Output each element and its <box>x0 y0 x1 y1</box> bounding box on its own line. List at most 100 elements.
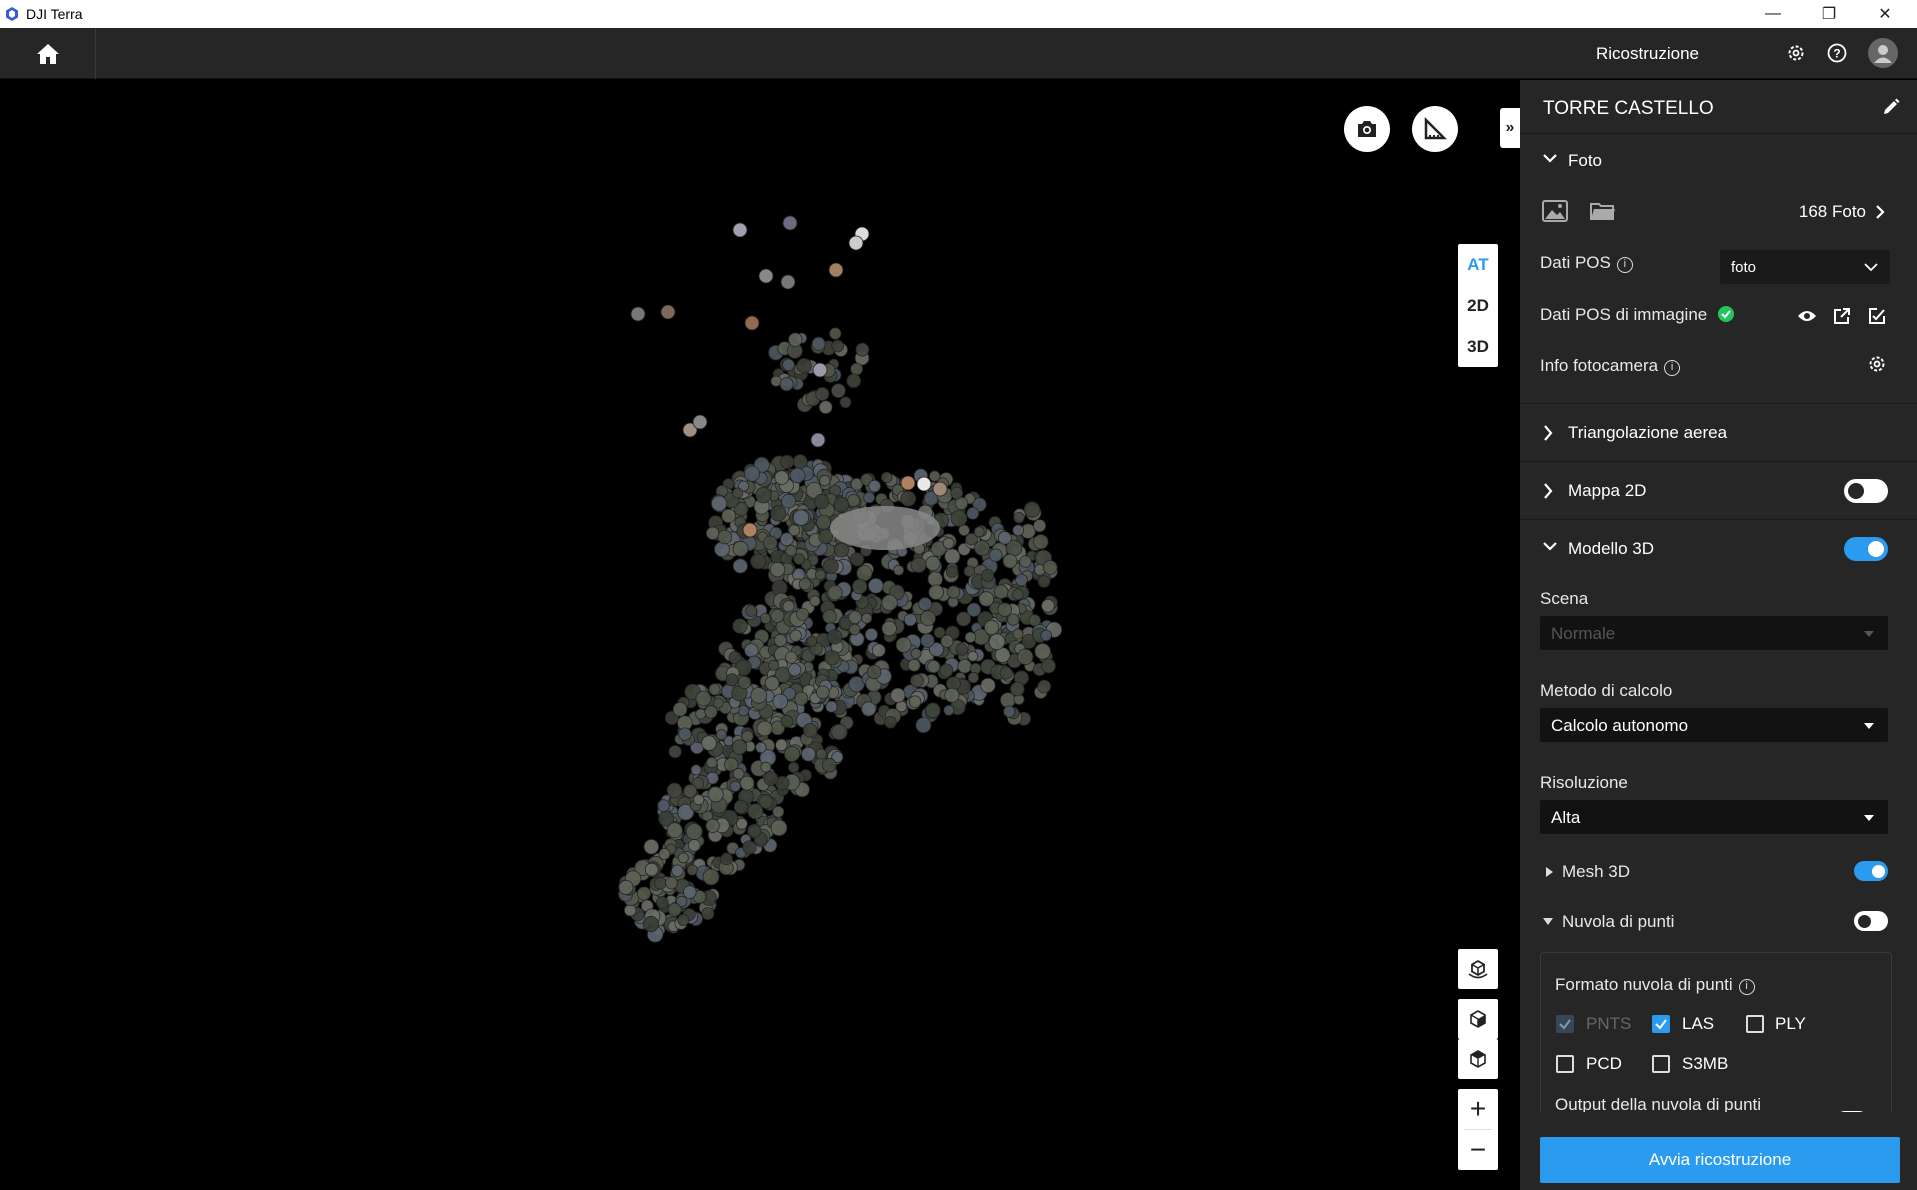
collapse-panel-button[interactable]: » <box>1500 108 1520 148</box>
mesh3d-toggle[interactable] <box>1854 861 1888 881</box>
camera-point <box>1013 512 1025 524</box>
camera-point <box>793 553 805 565</box>
camera-point <box>677 913 690 927</box>
side-view-button[interactable] <box>1458 999 1498 1039</box>
help-button[interactable]: ? <box>1825 41 1849 65</box>
map2d-toggle[interactable] <box>1844 479 1888 503</box>
edit-check-icon[interactable] <box>1868 307 1886 325</box>
cube-top-icon <box>1470 1050 1486 1068</box>
map2d-section-header[interactable]: Mappa 2D <box>1520 462 1917 520</box>
check-icon <box>1655 1019 1667 1030</box>
camera-point <box>1041 598 1055 613</box>
camera-point <box>782 600 795 613</box>
camera-point <box>750 687 767 704</box>
chevron-right-icon[interactable] <box>1875 204 1885 220</box>
pos-data-select[interactable]: foto <box>1720 250 1890 284</box>
camera-point <box>1041 658 1056 674</box>
camera-point <box>823 558 839 574</box>
camera-point <box>1007 613 1020 626</box>
zoom-control: + − <box>1458 1089 1498 1170</box>
image-icon[interactable] <box>1542 200 1568 222</box>
restore-button[interactable]: ❐ <box>1801 0 1857 28</box>
close-window-button[interactable]: ✕ <box>1857 0 1913 28</box>
folder-icon[interactable] <box>1590 201 1616 221</box>
pointcloud-toggle[interactable] <box>1854 911 1888 931</box>
eye-icon[interactable] <box>1797 309 1817 323</box>
camera-point <box>980 677 996 694</box>
camera-point <box>796 358 812 374</box>
mesh3d-row[interactable]: Mesh 3D <box>1520 854 1917 890</box>
model3d-section-header[interactable]: Modello 3D <box>1520 520 1917 570</box>
pcd-label: PCD <box>1586 1054 1622 1073</box>
camera-point <box>636 886 652 901</box>
model3d-toggle[interactable] <box>1844 537 1888 561</box>
triangulation-label: Triangolazione aerea <box>1568 423 1728 442</box>
view-mode-2d[interactable]: 2D <box>1458 285 1498 326</box>
camera-point <box>801 746 816 762</box>
orbit-view-button[interactable] <box>1458 949 1498 989</box>
gear-icon[interactable] <box>1867 354 1887 374</box>
camera-point <box>827 585 843 601</box>
edit-pencil-icon[interactable] <box>1881 97 1901 117</box>
resolution-select[interactable]: Alta <box>1540 800 1888 834</box>
foto-section-header[interactable]: Foto <box>1520 134 1917 184</box>
s3mb-checkbox[interactable] <box>1652 1055 1670 1073</box>
camera-point <box>732 767 745 780</box>
camera-point <box>796 607 810 621</box>
plus-icon: + <box>1469 1093 1487 1124</box>
settings-button[interactable] <box>1784 41 1808 65</box>
zoom-in-button[interactable]: + <box>1458 1089 1498 1129</box>
camera-point <box>702 868 720 886</box>
camera-point <box>1034 642 1051 660</box>
caret-down-icon <box>1543 918 1553 925</box>
camera-point <box>915 717 932 734</box>
pcd-checkbox[interactable] <box>1556 1055 1574 1073</box>
ply-checkbox[interactable] <box>1746 1015 1764 1033</box>
view-mode-switch: AT 2D 3D <box>1458 244 1498 367</box>
camera-point <box>708 683 721 696</box>
zoom-out-button[interactable]: − <box>1458 1130 1498 1170</box>
info-icon[interactable]: i <box>1616 257 1633 273</box>
camera-point <box>831 383 846 399</box>
las-label: LAS <box>1682 1014 1715 1033</box>
camera-point <box>813 493 830 510</box>
camera-point <box>667 902 682 917</box>
info-icon[interactable]: i <box>1664 360 1681 376</box>
camera-point <box>685 823 703 840</box>
camera-point <box>827 629 843 645</box>
camera-point <box>693 794 705 806</box>
camera-point <box>687 839 701 852</box>
minimize-button[interactable]: — <box>1745 0 1801 28</box>
pos-data-label-text: Dati POS <box>1540 253 1611 272</box>
triangulation-section-header[interactable]: Triangolazione aerea <box>1520 404 1917 462</box>
camera-point <box>760 761 772 773</box>
camera-point <box>967 651 979 662</box>
camera-point <box>731 739 748 755</box>
camera-point <box>707 786 724 803</box>
camera-point <box>802 722 818 738</box>
resolution-value: Alta <box>1551 808 1581 827</box>
camera-point <box>871 643 886 658</box>
method-select[interactable]: Calcolo autonomo <box>1540 708 1888 742</box>
camera-point <box>780 714 794 728</box>
info-icon[interactable]: i <box>1738 979 1755 995</box>
export-icon[interactable] <box>1833 307 1851 325</box>
pointcloud-row[interactable]: Nuvola di punti <box>1520 904 1917 940</box>
camera-point <box>920 610 936 627</box>
camera-point <box>772 805 785 818</box>
camera-point <box>895 637 912 653</box>
start-reconstruction-button[interactable]: Avvia ricostruzione <box>1540 1137 1900 1183</box>
camera-point <box>782 215 798 231</box>
top-view-button[interactable] <box>1458 1039 1498 1079</box>
photo-count[interactable]: 168 Foto <box>1799 202 1866 222</box>
view-mode-3d[interactable]: 3D <box>1458 326 1498 367</box>
las-checkbox[interactable] <box>1652 1015 1670 1033</box>
foto-section-label: Foto <box>1568 151 1603 170</box>
user-avatar-button[interactable] <box>1868 38 1898 68</box>
map-viewport[interactable]: » AT 2D 3D + − <box>0 80 1520 1190</box>
camera-point <box>779 377 794 392</box>
measure-button[interactable] <box>1412 106 1458 152</box>
view-mode-at[interactable]: AT <box>1458 244 1498 285</box>
home-button[interactable] <box>0 28 96 79</box>
screenshot-button[interactable] <box>1344 106 1390 152</box>
